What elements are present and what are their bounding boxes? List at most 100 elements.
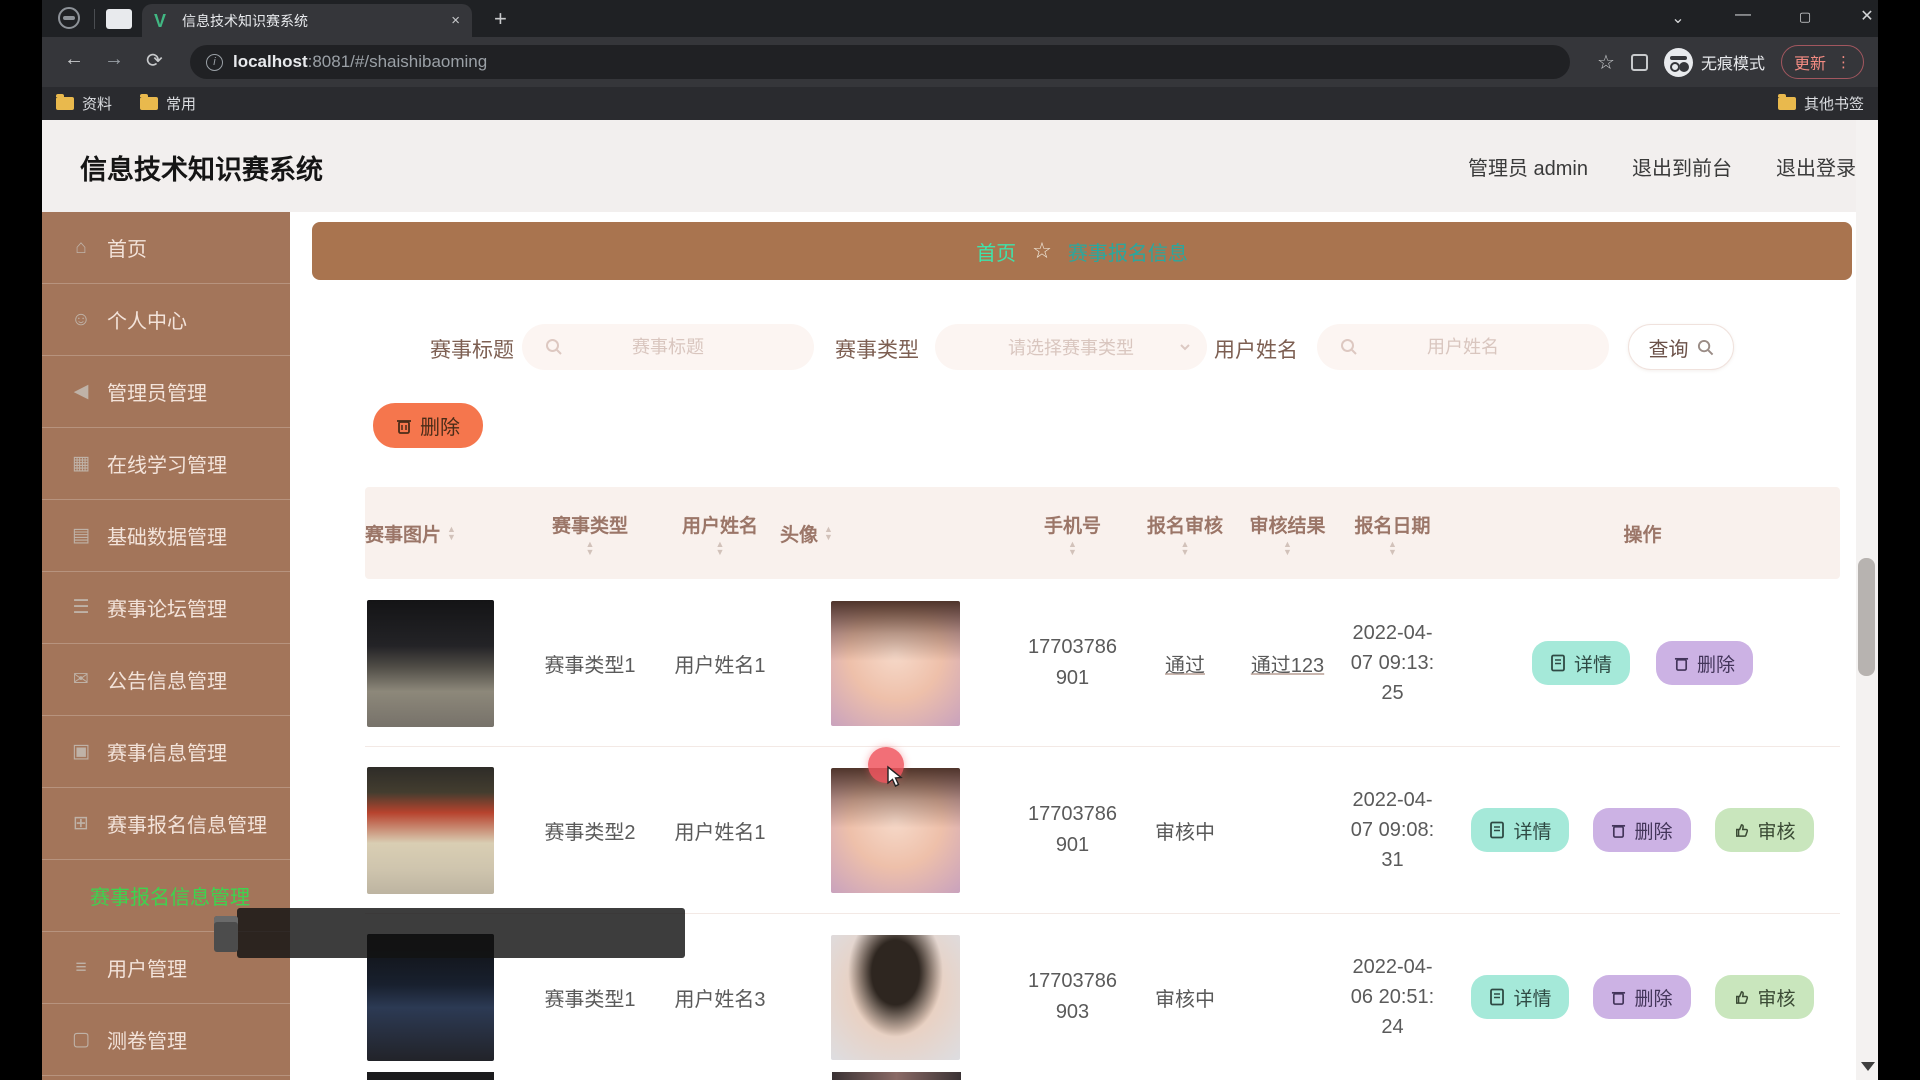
cell-event-type: 赛事类型1 [544, 649, 635, 678]
detail-button[interactable]: 详情 [1471, 808, 1569, 852]
folder-icon [56, 97, 74, 110]
app-header: 信息技术知识赛系统 管理员 admin 退出到前台 退出登录 [42, 120, 1878, 212]
menu-kebab-icon[interactable]: ⋮ [1836, 60, 1851, 65]
sidebar-item-registration-management[interactable]: ⊞ 赛事报名信息管理 [42, 788, 290, 860]
browser-update-button[interactable]: 更新 ⋮ [1781, 45, 1864, 79]
delete-button[interactable]: 删除 [1593, 808, 1690, 852]
sidebar-item-personal-center[interactable]: ☺ 个人中心 [42, 284, 290, 356]
sidebar-item-notice-management[interactable]: ✉ 公告信息管理 [42, 644, 290, 716]
col-event-image[interactable]: 赛事图片 ▲▼ [365, 520, 520, 547]
avatar[interactable] [831, 935, 960, 1060]
sort-icons[interactable]: ▲▼ [586, 540, 595, 556]
bulk-delete-button[interactable]: 删除 [373, 403, 483, 448]
lines-icon: ≡ [70, 957, 92, 979]
window-icon: ⊞ [70, 812, 92, 835]
detail-button[interactable]: 详情 [1471, 975, 1569, 1019]
audit-button[interactable]: 审核 [1715, 975, 1814, 1019]
cell-date: 2022-04-06 20:51:24 [1348, 952, 1438, 1042]
document-icon [1489, 821, 1505, 839]
sidebar-item-online-learning[interactable]: ▦ 在线学习管理 [42, 428, 290, 500]
exit-to-front-link[interactable]: 退出到前台 [1632, 152, 1732, 181]
tab-search-icon[interactable]: ⌄ [1665, 8, 1691, 28]
event-image[interactable] [367, 600, 494, 727]
url-host: localhost [233, 52, 308, 71]
event-type-label: 赛事类型 [835, 334, 919, 364]
scrollbar-down-arrow[interactable] [1861, 1062, 1875, 1071]
incognito-label: 无痕模式 [1701, 50, 1765, 74]
bookmark-star-icon[interactable]: ☆ [1597, 50, 1615, 75]
cell-review: 通过 [1165, 649, 1205, 678]
mail-icon: ✉ [70, 668, 92, 691]
bookmarks-bar: 资料 常用 其他书签 [42, 87, 1878, 120]
new-tab-button[interactable]: + [494, 6, 507, 32]
sort-icons[interactable]: ▲▼ [1068, 540, 1077, 556]
cell-date: 2022-04-07 09:08:31 [1348, 785, 1438, 875]
col-event-type[interactable]: 赛事类型 ▲▼ [520, 511, 660, 556]
sort-icons[interactable]: ▲▼ [447, 525, 456, 541]
delete-button[interactable]: 删除 [1656, 641, 1753, 685]
sidebar-item-exam-management[interactable]: ▢ 测卷管理 [42, 1004, 290, 1076]
search-icon [1340, 338, 1358, 356]
col-date[interactable]: 报名日期 ▲▼ [1340, 511, 1445, 556]
sort-icons[interactable]: ▲▼ [824, 525, 833, 541]
side-panel-icon[interactable] [1631, 54, 1648, 71]
browser-tab[interactable]: V 信息技术知识赛系统 × [142, 4, 472, 37]
col-user-name[interactable]: 用户姓名 ▲▼ [660, 511, 780, 556]
sidebar-item-base-data[interactable]: ▤ 基础数据管理 [42, 500, 290, 572]
trash-icon [396, 417, 412, 435]
search-button[interactable]: 查询 [1628, 324, 1734, 370]
col-phone[interactable]: 手机号 ▲▼ [1010, 511, 1135, 556]
cell-user-name: 用户姓名3 [674, 983, 765, 1012]
pinned-tab-icon[interactable] [106, 9, 132, 29]
browser-profile-icon[interactable] [58, 7, 80, 29]
site-info-icon[interactable]: i [206, 54, 223, 71]
cell-review: 审核中 [1155, 816, 1215, 845]
col-result[interactable]: 审核结果 ▲▼ [1235, 511, 1340, 556]
sidebar-item-forum-management[interactable]: ☰ 赛事论坛管理 [42, 572, 290, 644]
bookmark-folder-ziliao[interactable]: 资料 [56, 93, 112, 114]
cell-event-type: 赛事类型2 [544, 816, 635, 845]
window-maximize-button[interactable]: ▢ [1792, 9, 1818, 25]
address-bar[interactable]: i localhost:8081/#/shaishibaoming [190, 45, 1570, 79]
bookmark-folder-changyong[interactable]: 常用 [140, 93, 196, 114]
detail-button[interactable]: 详情 [1532, 641, 1630, 685]
square-icon: ▣ [70, 740, 92, 763]
user-name-input[interactable] [1317, 324, 1609, 370]
grid-icon: ▦ [70, 452, 92, 475]
sort-icons[interactable]: ▲▼ [1388, 540, 1397, 556]
forward-icon[interactable]: → [104, 48, 124, 71]
sidebar-item-admin-management[interactable]: ◀ 管理员管理 [42, 356, 290, 428]
event-title-input[interactable] [522, 324, 814, 370]
sort-icons[interactable]: ▲▼ [716, 540, 725, 556]
tab-close-icon[interactable]: × [451, 12, 460, 29]
event-image[interactable] [367, 767, 494, 894]
col-review[interactable]: 报名审核 ▲▼ [1135, 511, 1235, 556]
event-type-select[interactable]: 请选择赛事类型 [935, 324, 1207, 370]
cell-phone: 17703786901 [1027, 799, 1119, 861]
sort-icons[interactable]: ▲▼ [1181, 540, 1190, 556]
sidebar-item-home[interactable]: ⌂ 首页 [42, 212, 290, 284]
browser-toolbar: ← → ⟳ i localhost:8081/#/shaishibaoming … [42, 37, 1878, 87]
audit-button[interactable]: 审核 [1715, 808, 1814, 852]
url-path: :8081/#/shaishibaoming [308, 52, 488, 71]
cell-user-name: 用户姓名1 [674, 816, 765, 845]
reload-icon[interactable]: ⟳ [146, 48, 163, 73]
mouse-cursor-icon [885, 765, 907, 789]
table-row: 赛事类型2 用户姓名1 17703786901 审核中 2022-04-07 0… [365, 747, 1840, 914]
logout-link[interactable]: 退出登录 [1776, 152, 1856, 181]
thumbs-up-icon [1733, 989, 1750, 1006]
breadcrumb-home-link[interactable]: 首页 [976, 237, 1016, 266]
cell-event-type: 赛事类型1 [544, 983, 635, 1012]
other-bookmarks[interactable]: 其他书签 [1778, 93, 1864, 114]
window-minimize-button[interactable]: — [1730, 6, 1756, 24]
sidebar-item-event-info[interactable]: ▣ 赛事信息管理 [42, 716, 290, 788]
col-avatar[interactable]: 头像 ▲▼ [780, 520, 1010, 547]
admin-user-label[interactable]: 管理员 admin [1468, 152, 1588, 181]
back-icon[interactable]: ← [64, 48, 84, 71]
scrollbar-thumb[interactable] [1858, 558, 1875, 676]
window-close-button[interactable]: ✕ [1854, 6, 1880, 26]
delete-button[interactable]: 删除 [1593, 975, 1690, 1019]
sort-icons[interactable]: ▲▼ [1283, 540, 1292, 556]
cell-date: 2022-04-07 09:13:25 [1348, 618, 1438, 708]
avatar[interactable] [831, 601, 960, 726]
